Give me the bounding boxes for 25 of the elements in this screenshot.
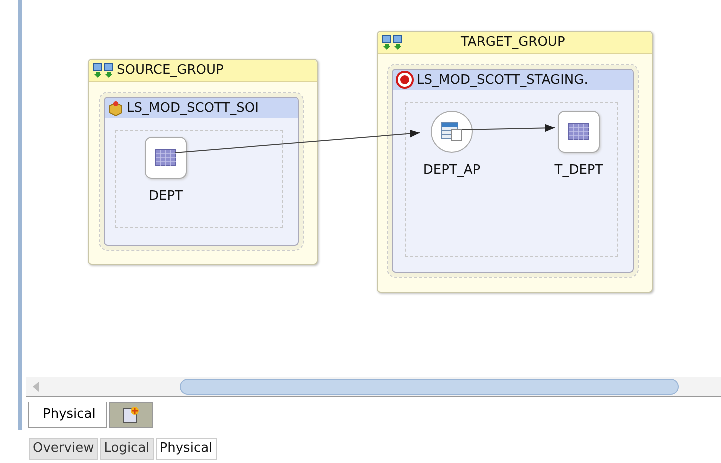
datastore-node[interactable] — [145, 137, 187, 179]
horizontal-scrollbar[interactable] — [26, 377, 721, 397]
group-icon — [382, 34, 404, 50]
target-icon — [396, 71, 414, 89]
scrollbar-thumb[interactable] — [180, 378, 679, 394]
new-document-icon — [122, 406, 140, 424]
table-icon — [155, 149, 177, 167]
model-title: LS_MOD_SCOTT_SOI — [127, 100, 259, 116]
new-tab-button[interactable] — [108, 402, 153, 428]
table-icon — [441, 122, 463, 142]
view-tab[interactable]: Logical — [100, 438, 154, 460]
node-label: DEPT_AP — [423, 163, 481, 178]
node-label: T_DEPT — [554, 163, 604, 178]
model-title: LS_MOD_SCOTT_STAGING. — [417, 72, 588, 88]
table-icon — [568, 123, 590, 141]
view-tab[interactable]: Overview — [29, 438, 98, 460]
box-icon — [108, 100, 124, 116]
group-title: SOURCE_GROUP — [117, 63, 224, 78]
view-tab[interactable]: Physical — [156, 438, 217, 460]
node-label: DEPT — [148, 189, 183, 204]
editor-tab[interactable]: Physical — [28, 402, 107, 428]
group-icon — [93, 62, 115, 78]
access-point-node[interactable] — [431, 111, 473, 153]
datastore-node[interactable] — [558, 111, 600, 153]
group-title: TARGET_GROUP — [461, 35, 566, 50]
